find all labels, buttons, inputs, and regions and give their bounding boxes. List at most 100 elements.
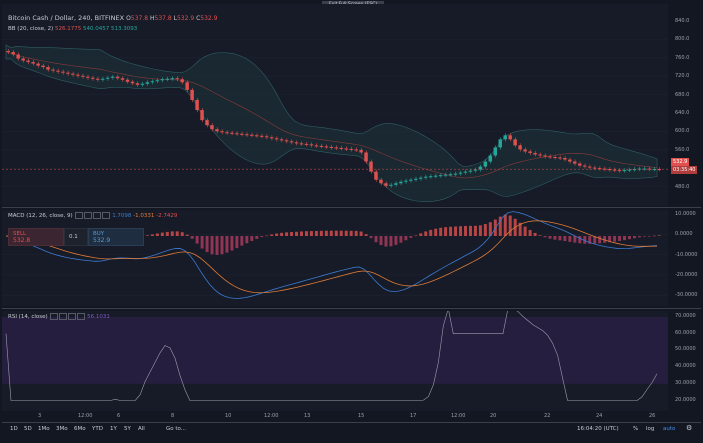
macd-histogram-bar <box>434 228 438 236</box>
macd-histogram-bar <box>215 236 219 255</box>
macd-histogram-bar <box>185 234 189 236</box>
candle-body <box>617 170 622 172</box>
candle-body <box>76 74 80 76</box>
price-axis[interactable]: 840.0 800.0 760.0 720.0 680.0 640.0 600.0 560.0… <box>669 4 701 206</box>
macd-histogram-bar <box>642 236 646 237</box>
axis-tick-label: 40.0000 <box>675 363 696 370</box>
hide-icon[interactable] <box>75 212 84 219</box>
macd-histogram-bar <box>290 231 294 236</box>
settings-gear-icon[interactable]: ⚙ <box>686 424 692 432</box>
clock-readout[interactable]: 16:04:20 (UTC) <box>577 426 619 432</box>
quantity-field[interactable]: 0.1 <box>64 228 88 246</box>
range-button-1mo[interactable]: 1Mo <box>38 426 50 432</box>
bb-value-1: 526.1775 <box>55 26 82 32</box>
rsi-label[interactable]: RSI (14, close) <box>8 314 48 320</box>
rsi-pane[interactable]: RSI (14, close) 56.1031 <box>2 308 668 411</box>
range-button-1y[interactable]: 1Y <box>110 426 117 432</box>
close-icon[interactable] <box>68 313 77 320</box>
macd-histogram-bar <box>409 236 413 238</box>
candle-body <box>612 169 617 171</box>
macd-histogram-bar <box>314 230 318 236</box>
more-icon[interactable] <box>77 313 86 320</box>
axis-tick-label: 20.0000 <box>675 396 696 403</box>
close-icon[interactable] <box>93 212 102 219</box>
candle-body <box>404 180 408 182</box>
candle-body <box>399 181 403 184</box>
macd-histogram-bar <box>558 236 562 241</box>
last-price-badge: 532.9 <box>671 158 690 166</box>
range-button-ytd[interactable]: YTD <box>92 426 103 432</box>
rsi-legend[interactable]: RSI (14, close) 56.1031 <box>8 313 110 320</box>
macd-label[interactable]: MACD (12, 26, close, 9) <box>8 213 73 219</box>
macd-histogram-bar <box>210 236 214 255</box>
settings-icon[interactable] <box>84 212 93 219</box>
candle-body <box>344 148 348 150</box>
macd-histogram-bar <box>255 236 259 239</box>
macd-axis[interactable]: 10.0000 0.0000 -10.0000 -20.0000 -30.0000 <box>669 210 701 306</box>
pane-separator[interactable] <box>2 207 701 208</box>
symbol-legend[interactable]: Bitcoin Cash / Dollar, 240, BITFINEX O53… <box>8 14 217 22</box>
macd-histogram-bar <box>473 225 477 236</box>
goto-button[interactable]: Go to... <box>166 426 186 432</box>
candle-body <box>140 83 145 85</box>
sell-price: 532.8 <box>13 237 31 244</box>
candle-body <box>483 161 488 167</box>
axis-tick-label: 680.0 <box>675 91 690 98</box>
price-chart <box>2 20 668 202</box>
candle-body <box>115 76 120 79</box>
macd-legend[interactable]: MACD (12, 26, close, 9) 1.7098 -1.0331 -… <box>8 212 177 219</box>
macd-histogram-bar <box>245 236 249 244</box>
candle-body <box>324 146 329 148</box>
high-value: 537.8 <box>154 15 172 22</box>
range-button-5d[interactable]: 5D <box>24 426 32 432</box>
candle-body <box>21 58 25 61</box>
rsi-axis[interactable]: 70.0000 60.0000 50.0000 40.0000 30.0000 20.00… <box>669 311 701 411</box>
percent-toggle[interactable]: % <box>633 426 638 432</box>
candle-body <box>369 161 373 172</box>
macd-histogram-bar <box>349 230 353 236</box>
bottom-toolbar: 1D 5D 1Mo 3Mo 6Mo YTD 1Y 5Y All Go to... 16:04:2… <box>2 422 701 437</box>
time-tick-label: 24 <box>596 413 603 419</box>
candle-body <box>6 50 10 52</box>
candle-body <box>314 145 319 147</box>
time-tick-label: 3 <box>38 413 42 419</box>
settings-icon[interactable] <box>59 313 68 320</box>
log-toggle[interactable]: log <box>646 426 654 432</box>
macd-histogram-bar <box>300 231 303 236</box>
hide-icon[interactable] <box>50 313 59 320</box>
pane-separator[interactable] <box>2 308 701 309</box>
macd-histogram-bar <box>329 230 333 236</box>
candle-body <box>523 149 527 152</box>
candle-body <box>438 175 443 177</box>
buy-button[interactable]: BUY 532.9 <box>88 228 144 246</box>
candle-body <box>150 81 155 83</box>
bb-legend[interactable]: BB (20, close, 2) 526.1775 540.0457 513.… <box>8 26 137 32</box>
macd-histogram-bar <box>618 236 622 241</box>
more-icon[interactable] <box>102 212 111 219</box>
candle-body <box>508 135 512 140</box>
bb-label[interactable]: BB (20, close, 2) <box>8 26 53 32</box>
candle-body <box>463 171 468 173</box>
candle-body <box>433 175 438 177</box>
candle-body <box>563 158 567 160</box>
candle-body <box>453 173 458 175</box>
macd-histogram-bar <box>155 233 159 236</box>
sell-button[interactable]: SELL 532.8 <box>8 228 64 246</box>
price-pane[interactable]: Bitcoin Cash / Dollar, 240, BITFINEX O53… <box>2 4 668 206</box>
range-button-3mo[interactable]: 3Mo <box>56 426 68 432</box>
macd-pane[interactable]: MACD (12, 26, close, 9) 1.7098 -1.0331 -… <box>2 210 668 306</box>
range-button-6mo[interactable]: 6Mo <box>74 426 86 432</box>
candle-body <box>245 134 249 136</box>
macd-histogram-bar <box>334 230 338 236</box>
macd-histogram-bar <box>394 236 398 245</box>
auto-toggle[interactable]: auto <box>663 426 675 432</box>
range-button-1d[interactable]: 1D <box>10 426 18 432</box>
macd-histogram-bar <box>429 229 433 236</box>
range-button-5y[interactable]: 5Y <box>124 426 131 432</box>
range-button-all[interactable]: All <box>138 426 145 432</box>
candle-body <box>130 81 135 84</box>
axis-tick-label: 560.0 <box>675 146 690 153</box>
symbol-title[interactable]: Bitcoin Cash / Dollar, 240, BITFINEX <box>8 14 124 22</box>
candle-body <box>120 78 125 80</box>
macd-histogram-bar <box>414 235 418 237</box>
